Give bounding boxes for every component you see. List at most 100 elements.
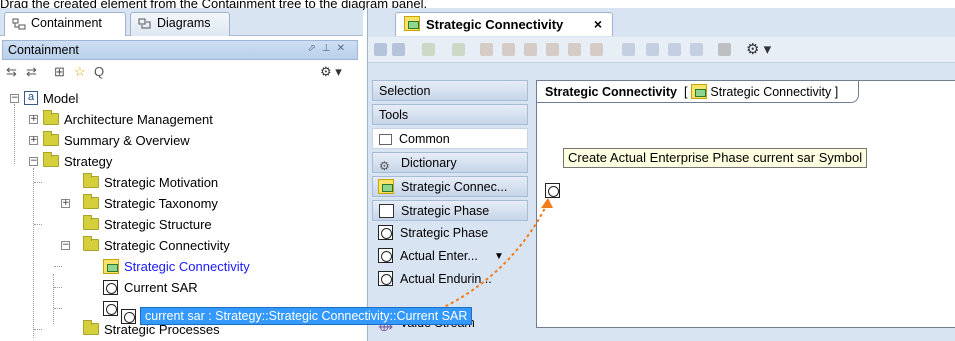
diagram-icon bbox=[404, 16, 420, 31]
tab-diagrams-label: Diagrams bbox=[157, 16, 211, 30]
arrange-icon[interactable] bbox=[622, 43, 635, 56]
tree-item-label: Strategic Motivation bbox=[104, 175, 219, 190]
package-folder-icon bbox=[83, 320, 99, 335]
tree-line bbox=[33, 168, 34, 338]
route-icon[interactable] bbox=[568, 43, 581, 56]
layout-icon[interactable] bbox=[422, 43, 435, 56]
collapse-toggle-icon[interactable]: − bbox=[10, 94, 19, 103]
oblique-line-icon[interactable] bbox=[524, 43, 537, 56]
gear-icon[interactable]: ⚙ ▾ bbox=[320, 64, 342, 80]
back-arrow-icon[interactable] bbox=[374, 43, 387, 56]
expand-toggle-icon[interactable]: + bbox=[29, 115, 38, 124]
panel-window-controls[interactable]: ⬀⊥✕ bbox=[308, 43, 351, 54]
size-icon[interactable] bbox=[646, 43, 659, 56]
phase-clock-icon bbox=[378, 271, 393, 286]
diagrams-tab-icon bbox=[138, 18, 151, 29]
palette-dictionary[interactable]: ⚙ Dictionary bbox=[372, 152, 528, 173]
diagram-tab-label: Strategic Connectivity bbox=[426, 17, 564, 32]
palette-strategic-phase-group[interactable]: Strategic Phase bbox=[372, 200, 528, 221]
containment-tree: − a Model + Architecture Management + Su… bbox=[2, 88, 358, 341]
palette-strategic-phase-group-label: Strategic Phase bbox=[401, 204, 490, 218]
collapse-toggle-icon[interactable]: − bbox=[61, 241, 70, 250]
diagram-icon bbox=[103, 259, 119, 274]
tab-containment[interactable]: Containment bbox=[4, 12, 126, 36]
palette-tool-actual-enduring[interactable]: Actual Endurin... bbox=[372, 269, 528, 290]
package-folder-icon bbox=[43, 110, 59, 125]
diagram-palette: Selection Tools Common ⚙ Dictionary Stra… bbox=[372, 80, 528, 341]
package-folder-icon bbox=[43, 152, 59, 167]
diagram-icon bbox=[378, 179, 394, 194]
diagram-frame-title: Strategic Connectivity [ Strategic Conne… bbox=[537, 81, 860, 103]
tree-line bbox=[14, 104, 15, 164]
tree-item-label: Summary & Overview bbox=[64, 133, 190, 148]
palette-strategic-connectivity[interactable]: Strategic Connec... bbox=[372, 176, 528, 197]
tree-item-label: Architecture Management bbox=[64, 112, 213, 127]
select-icon[interactable] bbox=[718, 43, 731, 56]
expand-toggle-icon[interactable]: + bbox=[29, 136, 38, 145]
diagram-toolbar: ⚙ ▾ bbox=[368, 37, 955, 63]
dragged-element-text: current sar : Strategy::Strategic Connec… bbox=[145, 309, 468, 323]
gear-icon[interactable]: ⚙ ▾ bbox=[746, 40, 771, 58]
distribute-icon[interactable] bbox=[668, 43, 681, 56]
palette-tool-actual-enterprise[interactable]: Actual Enter... ▼ bbox=[372, 246, 528, 267]
star-icon[interactable]: ☆ bbox=[74, 64, 86, 80]
containment-toolbar: ⇆ ⇄ ⊞ ☆ Q ⚙ ▾ bbox=[2, 62, 358, 84]
package-folder-icon bbox=[43, 131, 59, 146]
tree-item-label: Strategic Connectivity bbox=[104, 238, 230, 253]
frame-bracket-close: ] bbox=[834, 85, 839, 99]
show-folder-icon[interactable]: ⊞ bbox=[54, 64, 65, 80]
grid-icon[interactable] bbox=[690, 43, 703, 56]
diagram-canvas[interactable]: Strategic Connectivity [ Strategic Conne… bbox=[536, 80, 955, 328]
tree-item-label: Strategic Taxonomy bbox=[104, 196, 218, 211]
package-folder-icon bbox=[83, 215, 99, 230]
close-tab-icon[interactable]: × bbox=[594, 16, 602, 32]
containment-title: Containment bbox=[8, 43, 79, 57]
tab-diagrams[interactable]: Diagrams bbox=[130, 12, 230, 36]
tree-line bbox=[34, 182, 42, 183]
palette-tool-strategic-phase[interactable]: Strategic Phase bbox=[372, 223, 528, 244]
tab-containment-label: Containment bbox=[31, 16, 102, 30]
diagram-tab[interactable]: Strategic Connectivity × bbox=[395, 12, 613, 36]
dropdown-arrow-icon[interactable]: ▼ bbox=[494, 246, 504, 267]
checkbox-icon bbox=[379, 204, 394, 218]
tree-item-label: Model bbox=[43, 91, 79, 106]
palette-strategic-connectivity-label: Strategic Connec... bbox=[401, 180, 508, 194]
dragged-element-label[interactable]: current sar : Strategy::Strategic Connec… bbox=[121, 307, 473, 325]
phase-clock-icon bbox=[378, 225, 393, 240]
phase-clock-icon bbox=[378, 248, 393, 263]
collapse-all-icon[interactable]: ⇆ bbox=[6, 64, 17, 80]
align-icon[interactable] bbox=[590, 43, 603, 56]
search-icon[interactable]: Q bbox=[94, 64, 104, 79]
palette-tool-strategic-phase-label: Strategic Phase bbox=[400, 226, 489, 240]
diagram-editor: Strategic Connectivity × ⚙ ▾ Selection T… bbox=[367, 8, 955, 341]
frame-bracket-open: [ bbox=[680, 85, 688, 99]
line-icon[interactable] bbox=[480, 43, 493, 56]
browser-tabs: Containment Diagrams bbox=[0, 8, 363, 36]
palette-selection[interactable]: Selection bbox=[372, 80, 528, 101]
expand-toggle-icon[interactable]: + bbox=[61, 199, 70, 208]
create-symbol-tooltip: Create Actual Enterprise Phase current s… bbox=[563, 148, 868, 168]
expand-all-icon[interactable]: ⇄ bbox=[26, 64, 37, 80]
tree-item-label: Strategic Structure bbox=[104, 217, 212, 232]
package-folder-icon bbox=[83, 194, 99, 209]
bezier-line-icon[interactable] bbox=[546, 43, 559, 56]
tree-line bbox=[54, 308, 62, 309]
dropped-phase-symbol-icon[interactable] bbox=[545, 183, 560, 198]
palette-tools[interactable]: Tools bbox=[372, 104, 528, 125]
palette-common[interactable]: Common bbox=[372, 128, 528, 149]
palette-common-label: Common bbox=[399, 132, 450, 146]
frame-title: Strategic Connectivity bbox=[545, 85, 677, 99]
containment-tab-icon bbox=[12, 18, 26, 30]
forward-arrow-icon[interactable] bbox=[392, 43, 405, 56]
tree-item-label: Current SAR bbox=[124, 280, 198, 295]
rectilinear-line-icon[interactable] bbox=[502, 43, 515, 56]
containment-header: Containment ⬀⊥✕ bbox=[2, 40, 358, 60]
tree-item-label: Strategy bbox=[64, 154, 113, 169]
phase-clock-icon bbox=[103, 301, 118, 316]
folder-icon bbox=[379, 134, 392, 145]
path-style-icon[interactable] bbox=[452, 43, 465, 56]
package-folder-icon bbox=[83, 236, 99, 251]
package-folder-icon bbox=[83, 173, 99, 188]
collapse-toggle-icon[interactable]: − bbox=[29, 157, 38, 166]
palette-tool-actual-enterprise-label: Actual Enter... bbox=[400, 249, 478, 263]
